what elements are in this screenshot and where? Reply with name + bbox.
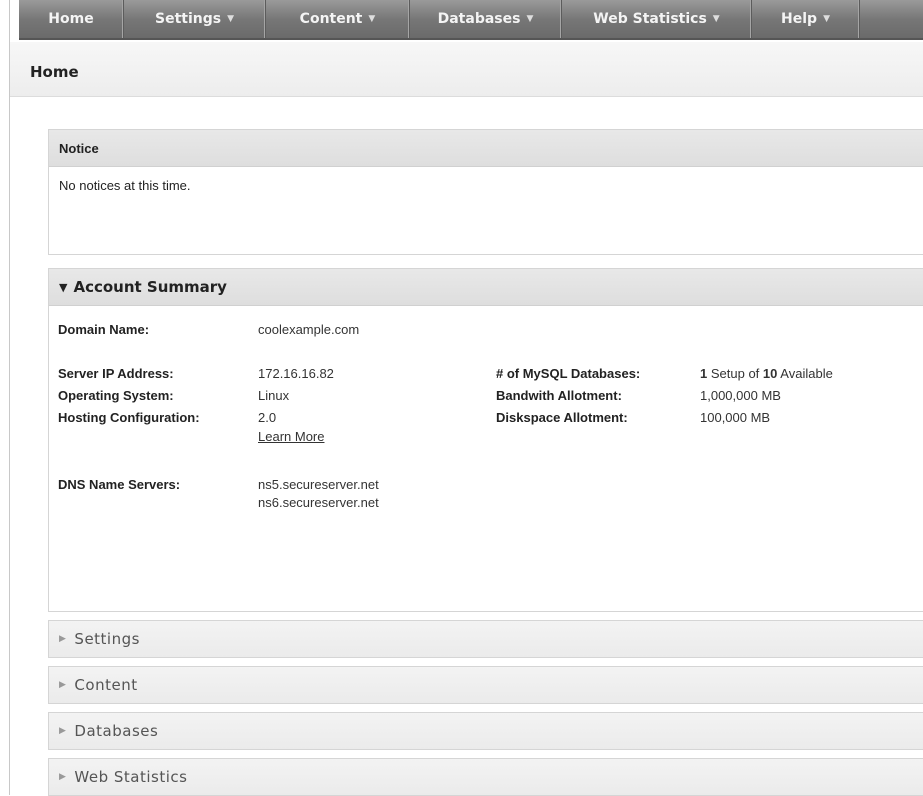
section-content[interactable]: ▶ Content [48,666,923,704]
caret-right-icon: ▶ [59,726,67,736]
nav-help[interactable]: Help ▼ [752,0,860,38]
chevron-down-icon: ▼ [227,14,234,24]
section-content-label: Content [74,676,138,694]
learn-more-link[interactable]: Learn More [258,429,324,444]
server-ip-label: Server IP Address: [58,366,174,381]
chevron-down-icon: ▼ [526,14,534,24]
diskspace-label: Diskspace Allotment: [496,410,628,425]
section-settings[interactable]: ▶ Settings [48,620,923,658]
dns-servers-label: DNS Name Servers: [58,477,181,492]
bandwidth-label: Bandwith Allotment: [496,388,622,403]
section-web-statistics[interactable]: ▶ Web Statistics [48,758,923,796]
nav-home[interactable]: Home [19,0,124,38]
page-header: Home [10,42,923,97]
section-databases[interactable]: ▶ Databases [48,712,923,750]
nav-databases[interactable]: Databases ▼ [410,0,562,38]
diskspace-value: 100,000 MB [700,410,771,425]
caret-right-icon: ▶ [59,772,67,782]
section-settings-label: Settings [74,630,140,648]
nav-filler [860,0,923,38]
server-ip-value: 172.16.16.82 [258,366,334,381]
mysql-used: 1 [700,366,708,381]
mysql-databases-label: # of MySQL Databases: [496,366,641,381]
operating-system-value: Linux [258,388,290,403]
mysql-databases-value: 1 Setup of 10 Available [700,366,833,381]
bandwidth-value: 1,000,000 MB [700,388,781,403]
caret-right-icon: ▶ [59,634,67,644]
mysql-tail: Available [780,366,833,381]
account-summary-header[interactable]: ▼ Account Summary [49,269,923,306]
nav-home-label: Home [48,11,94,27]
nav-settings[interactable]: Settings ▼ [124,0,266,38]
chevron-down-icon: ▼ [712,14,720,24]
mysql-total: 10 [762,366,778,381]
operating-system-label: Operating System: [58,388,174,403]
section-web-statistics-label: Web Statistics [74,768,188,786]
hosting-config-label: Hosting Configuration: [58,410,200,425]
notice-panel: Notice No notices at this time. [48,129,923,255]
domain-name-value: coolexample.com [258,322,360,337]
page-title: Home [30,63,79,81]
caret-down-icon: ▼ [59,280,68,294]
dns-server-2: ns6.secureserver.net [258,495,379,510]
caret-right-icon: ▶ [59,680,67,690]
left-border [9,0,10,795]
nav-databases-label: Databases [437,11,521,27]
nav-web-statistics[interactable]: Web Statistics ▼ [562,0,752,38]
top-nav: Home Settings ▼ Content ▼ Databases ▼ We… [19,0,923,40]
nav-content-label: Content [299,11,363,27]
nav-help-label: Help [781,11,818,27]
hosting-config-value: 2.0 [258,410,277,425]
account-summary-panel: ▼ Account Summary Domain Name: coolexamp… [48,268,923,612]
notice-title: Notice [49,130,923,167]
notice-message: No notices at this time. [59,178,191,193]
dns-server-1: ns5.secureserver.net [258,477,379,492]
domain-name-label: Domain Name: [58,322,150,337]
chevron-down-icon: ▼ [823,14,830,24]
nav-settings-label: Settings [154,11,222,27]
section-databases-label: Databases [74,722,159,740]
mysql-mid: Setup of [710,366,760,381]
chevron-down-icon: ▼ [368,14,376,24]
account-summary-title: Account Summary [73,278,227,296]
nav-content[interactable]: Content ▼ [266,0,410,38]
nav-web-statistics-label: Web Statistics [593,11,707,27]
